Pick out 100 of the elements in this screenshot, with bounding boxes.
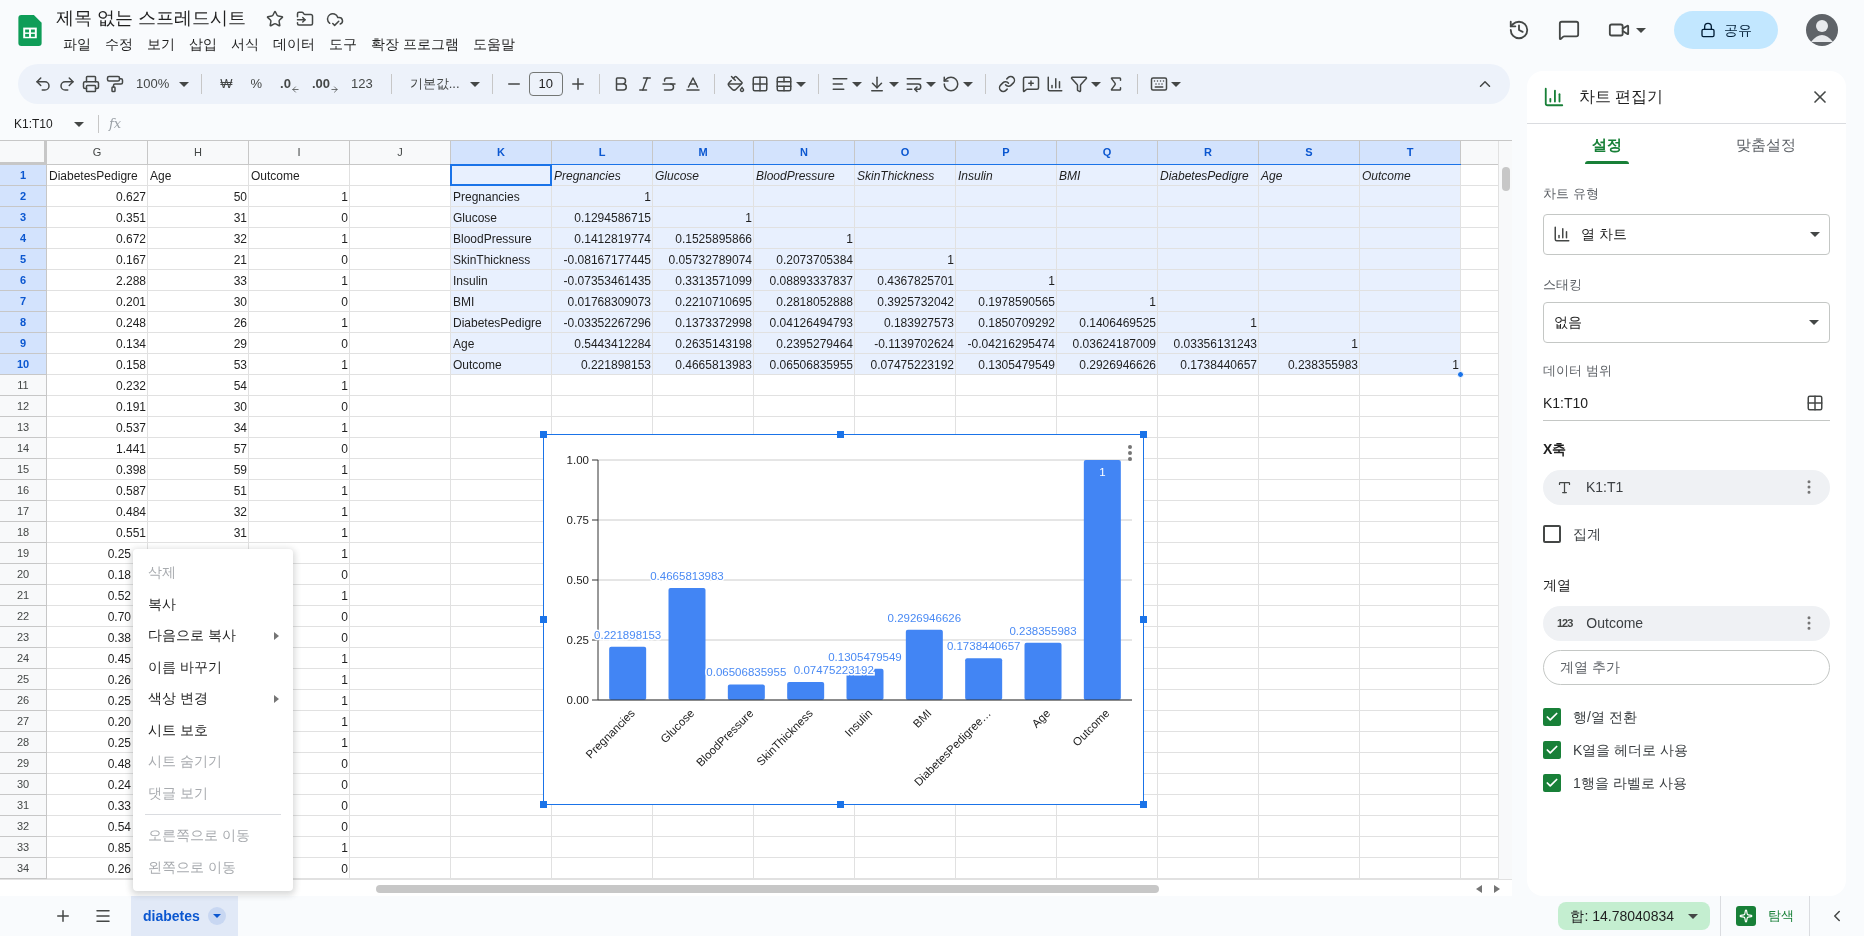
fill-color-icon[interactable] [726, 75, 745, 93]
menu-item[interactable]: 도구 [322, 32, 364, 56]
row-header[interactable]: 14 [0, 438, 47, 459]
chart-icon[interactable] [1045, 75, 1064, 93]
x-axis-chip[interactable]: K1:T1 [1543, 469, 1830, 505]
caret-icon[interactable] [925, 81, 936, 87]
row-header[interactable]: 10 [0, 354, 47, 375]
row-header[interactable]: 23 [0, 627, 47, 648]
caret-icon[interactable] [207, 907, 226, 925]
caret-icon[interactable] [1810, 231, 1820, 237]
caret-icon[interactable] [74, 121, 84, 127]
resize-handle[interactable] [540, 616, 547, 623]
row-header[interactable]: 22 [0, 606, 47, 627]
scrollbar-thumb[interactable] [376, 885, 1159, 893]
stacking-select[interactable]: 없음 [1543, 302, 1830, 343]
menu-item[interactable]: 확장 프로그램 [364, 32, 466, 56]
resize-handle[interactable] [1140, 431, 1147, 438]
caret-icon[interactable] [1688, 913, 1698, 919]
data-range-field[interactable]: K1:T10 [1543, 386, 1830, 421]
row-header[interactable]: 9 [0, 333, 47, 354]
series-chip[interactable]: 123 Outcome [1543, 605, 1830, 641]
resize-handle[interactable] [1140, 616, 1147, 623]
row-header[interactable]: 20 [0, 564, 47, 585]
column-header[interactable]: J [350, 141, 451, 165]
row-header[interactable]: 27 [0, 711, 47, 732]
row-header[interactable]: 32 [0, 816, 47, 837]
rotate-icon[interactable] [941, 75, 960, 93]
row-header[interactable]: 31 [0, 795, 47, 816]
menu-item[interactable]: 보기 [140, 32, 182, 56]
resize-handle[interactable] [837, 801, 844, 808]
menu-item[interactable]: 서식 [224, 32, 266, 56]
merge-icon[interactable] [774, 75, 793, 93]
row-header[interactable]: 13 [0, 417, 47, 438]
menu-item[interactable]: 도움말 [465, 32, 522, 56]
redo-icon[interactable] [58, 75, 76, 93]
column-header[interactable]: G [47, 141, 148, 165]
bar-chart[interactable] [543, 434, 1144, 805]
star-icon[interactable] [266, 9, 284, 28]
explore-icon[interactable] [1736, 906, 1756, 926]
checkbox[interactable] [1543, 708, 1561, 726]
row-header[interactable]: 29 [0, 753, 47, 774]
row-header[interactable]: 8 [0, 312, 47, 333]
caret-icon[interactable] [851, 81, 862, 87]
row-header[interactable]: 19 [0, 543, 47, 564]
row-header[interactable]: 33 [0, 837, 47, 858]
menu-item[interactable]: 다음으로 복사 [133, 620, 293, 652]
column-header[interactable]: O [855, 141, 956, 165]
folder-icon[interactable] [296, 9, 314, 28]
sheet-tab[interactable]: diabetes [131, 896, 238, 936]
paint-format-icon[interactable] [106, 75, 124, 93]
sum-display[interactable]: 합: 14.78040834 [1558, 902, 1710, 930]
scrollbar-thumb[interactable] [1502, 167, 1510, 191]
scroll-left-icon[interactable] [1476, 885, 1482, 893]
link-icon[interactable] [997, 75, 1016, 93]
app-logo[interactable] [18, 14, 42, 46]
increase-decimal[interactable]: .00 [305, 74, 330, 94]
column-header[interactable]: T [1360, 141, 1461, 165]
column-header[interactable]: K [451, 141, 552, 165]
column-header[interactable]: P [956, 141, 1057, 165]
align-icon[interactable] [830, 75, 849, 93]
row-header[interactable]: 17 [0, 501, 47, 522]
column-header[interactable]: Q [1057, 141, 1158, 165]
name-box[interactable]: K1:T10 [14, 115, 74, 133]
wrap-icon[interactable] [904, 75, 923, 93]
fill-handle[interactable] [1457, 371, 1464, 378]
font-select[interactable]: 기본값... [403, 74, 466, 94]
row-header[interactable]: 21 [0, 585, 47, 606]
undo-icon[interactable] [34, 75, 52, 93]
keyboard-icon[interactable] [1149, 75, 1168, 93]
caret-icon[interactable] [1090, 81, 1101, 87]
decrease-decimal[interactable]: .0 [274, 74, 291, 94]
strikethrough-icon[interactable] [659, 75, 678, 93]
caret-icon[interactable] [962, 81, 973, 87]
menu-item[interactable]: 색상 변경 [133, 683, 293, 715]
resize-handle[interactable] [540, 801, 547, 808]
row-header[interactable]: 7 [0, 291, 47, 312]
row-header[interactable]: 18 [0, 522, 47, 543]
text-color-icon[interactable] [683, 75, 702, 93]
row-header[interactable]: 1 [0, 165, 47, 186]
scroll-right-icon[interactable] [1494, 885, 1500, 893]
print-icon[interactable] [82, 75, 100, 93]
row-header[interactable]: 2 [0, 186, 47, 207]
percent-format[interactable]: % [244, 74, 269, 94]
row-header[interactable]: 25 [0, 669, 47, 690]
explore-label[interactable]: 탐색 [1768, 906, 1794, 926]
row-header[interactable]: 34 [0, 858, 47, 879]
caret-icon[interactable] [1809, 320, 1819, 325]
row-header[interactable]: 16 [0, 480, 47, 501]
checkbox[interactable] [1543, 525, 1561, 543]
row-header[interactable]: 26 [0, 690, 47, 711]
menu-item[interactable]: 수정 [98, 32, 140, 56]
checkbox[interactable] [1543, 774, 1561, 792]
menu-item[interactable]: 데이터 [266, 32, 322, 56]
resize-handle[interactable] [837, 431, 844, 438]
currency-format[interactable]: ₩ [214, 74, 239, 94]
all-sheets-icon[interactable] [94, 907, 112, 925]
row-header[interactable]: 5 [0, 249, 47, 270]
column-header[interactable]: S [1259, 141, 1360, 165]
borders-icon[interactable] [750, 75, 769, 93]
history-icon[interactable] [1508, 19, 1530, 41]
